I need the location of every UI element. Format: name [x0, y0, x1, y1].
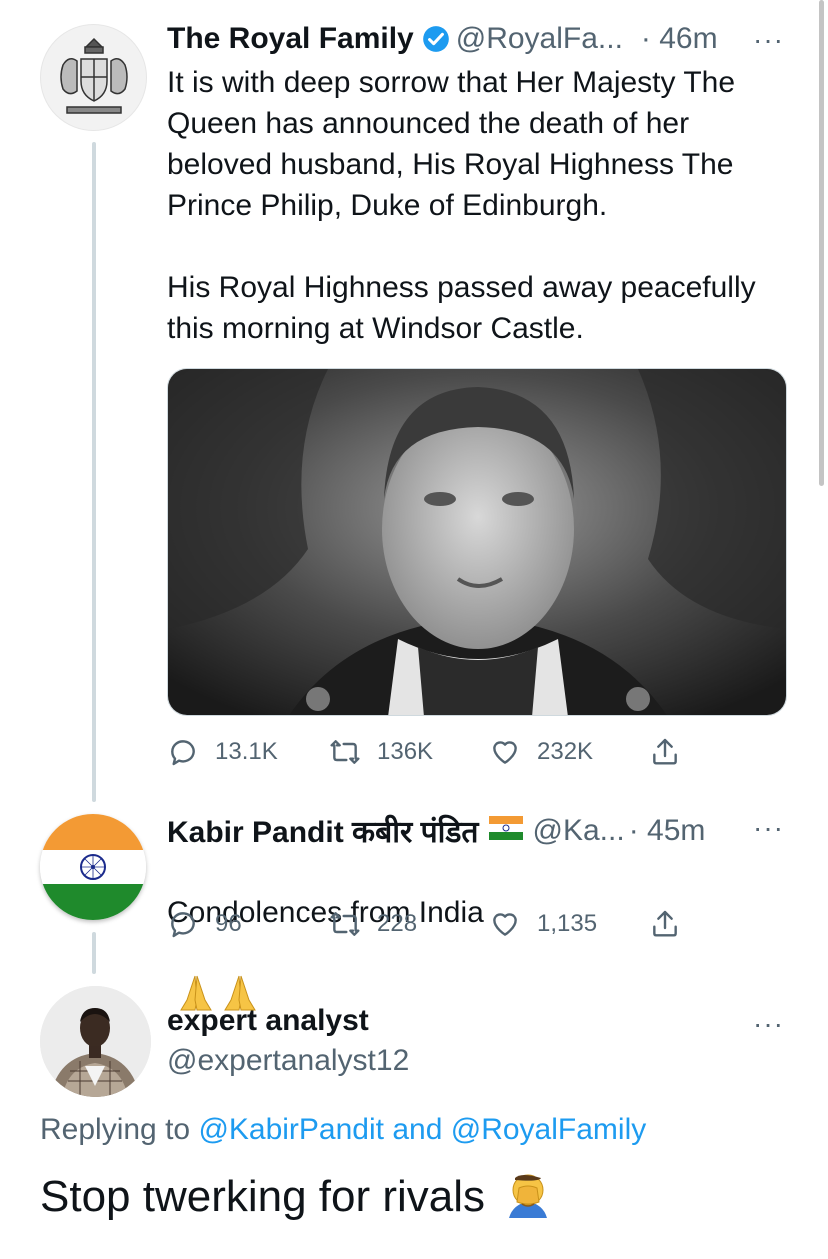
face-palm-emoji-icon	[505, 1170, 551, 1229]
tweet-actions: 96 228 1,135	[167, 908, 697, 940]
replying-to: Replying to @KabirPandit and @RoyalFamil…	[40, 1113, 646, 1147]
reply-count: 96	[215, 910, 242, 937]
reply-count: 13.1K	[215, 738, 278, 765]
tweet-header: The Royal Family @RoyalFa... · 46m	[167, 22, 718, 56]
tweet-media-photo[interactable]	[167, 368, 787, 716]
like-button[interactable]: 1,135	[489, 908, 649, 940]
like-count: 232K	[537, 738, 594, 765]
reply-author-handle[interactable]: @expertanalyst12	[167, 1044, 409, 1078]
share-icon	[653, 738, 677, 765]
tweet-actions: 13.1K 136K 232K	[167, 736, 697, 768]
thread-line	[92, 932, 96, 974]
reply-text-content: Stop twerking for rivals	[40, 1172, 486, 1222]
author-name[interactable]: Kabir Pandit कबीर पंडित	[167, 810, 479, 851]
expert-analyst-avatar[interactable]	[40, 986, 151, 1097]
retweet-button[interactable]: 228	[329, 908, 489, 940]
author-handle[interactable]: @RoyalFa...	[456, 22, 623, 56]
thread-line	[92, 142, 96, 802]
verified-badge-icon	[422, 25, 450, 53]
retweet-icon	[330, 740, 360, 764]
reply-icon	[171, 740, 195, 766]
more-options-icon[interactable]: ···	[753, 24, 784, 56]
like-count: 1,135	[537, 910, 598, 937]
retweet-count: 228	[377, 910, 418, 937]
retweet-icon	[330, 912, 360, 936]
royal-family-avatar[interactable]	[40, 24, 147, 131]
replying-and[interactable]: and	[392, 1113, 442, 1146]
retweet-count: 136K	[377, 738, 434, 765]
reply-author-name[interactable]: expert analyst	[167, 1004, 369, 1038]
portrait-photo	[168, 369, 786, 715]
like-button[interactable]: 232K	[489, 736, 649, 768]
tweet-text: It is with deep sorrow that Her Majesty …	[167, 66, 756, 345]
share-icon	[653, 910, 677, 937]
tweet-time[interactable]: · 45m	[629, 814, 706, 848]
reply-text: Stop twerking for rivals	[40, 1170, 551, 1229]
heart-icon	[493, 913, 517, 936]
user-photo	[40, 986, 151, 1097]
more-options-icon[interactable]: ···	[753, 812, 784, 844]
tweet-time[interactable]: · 46m	[641, 22, 718, 56]
replying-prefix: Replying to	[40, 1113, 191, 1146]
kabir-pandit-avatar[interactable]	[40, 814, 146, 920]
mention-link[interactable]: @KabirPandit	[198, 1113, 384, 1146]
scrollbar[interactable]	[819, 0, 824, 486]
india-flag-icon	[40, 814, 146, 920]
share-button[interactable]	[649, 908, 697, 940]
more-options-icon[interactable]: ···	[753, 1008, 784, 1040]
retweet-button[interactable]: 136K	[329, 736, 489, 768]
mention-link[interactable]: @RoyalFamily	[451, 1113, 646, 1146]
heart-icon	[493, 741, 517, 764]
india-flag-emoji-icon	[488, 814, 523, 848]
royal-crest-icon	[60, 37, 128, 114]
reply-button[interactable]: 13.1K	[167, 736, 329, 768]
author-name[interactable]: The Royal Family	[167, 22, 414, 56]
tweet-header: Kabir Pandit कबीर पंडित @Ka... · 45m	[167, 810, 705, 851]
reply-button[interactable]: 96	[167, 908, 329, 940]
author-handle[interactable]: @Ka...	[533, 814, 625, 848]
reply-icon	[171, 912, 195, 938]
share-button[interactable]	[649, 736, 697, 768]
